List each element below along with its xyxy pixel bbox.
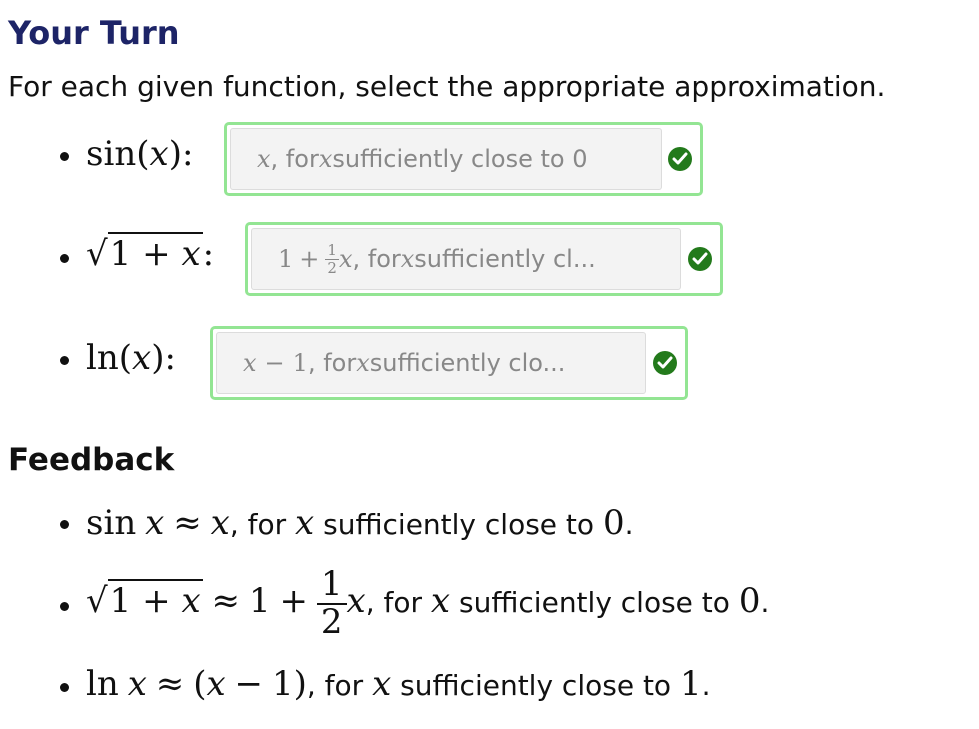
minus-sign: − (264, 349, 285, 377)
fraction-denominator: 2 (320, 602, 343, 642)
function-name: ln (86, 338, 119, 378)
answer-select[interactable]: x, for x sufficiently close to 0 (230, 128, 662, 190)
check-icon (668, 147, 692, 171)
approx-sign: ≈ (155, 664, 185, 704)
period: . (624, 508, 634, 541)
function-variable: x (132, 338, 152, 378)
check-icon (653, 351, 677, 375)
feedback-words: , for (229, 508, 296, 541)
plus-sign: + (142, 234, 171, 274)
check-icon (688, 247, 712, 271)
bullet (60, 602, 69, 611)
feedback-heading: Feedback (8, 442, 175, 478)
point-value: 0 (602, 503, 625, 543)
bullet (60, 520, 69, 529)
period: . (701, 669, 711, 702)
answer-select[interactable]: x −1, for x sufficiently clo... (216, 332, 646, 394)
open-paren: ( (193, 664, 207, 704)
answer-text: sufficiently clo... (369, 349, 566, 377)
feedback-words: sufficiently close to (450, 586, 739, 619)
feedback-text: sin x ≈ x, for x sufficiently close to 0… (86, 503, 633, 543)
half-fraction: 12 (325, 242, 339, 276)
point-value: 0 (738, 581, 761, 621)
radicand-one: 1 (109, 581, 132, 621)
answer-one: 1 (292, 349, 308, 377)
section-title: Your Turn (8, 14, 180, 52)
bullet (60, 356, 69, 365)
variable: x (295, 503, 315, 543)
plus-sign: + (279, 581, 308, 621)
answer-variable: x (400, 245, 415, 273)
fraction-denominator: 2 (327, 258, 337, 277)
variable: x (346, 581, 366, 621)
approx-sign: ≈ (211, 581, 241, 621)
variable: x (206, 664, 226, 704)
function-name: sin (86, 134, 137, 174)
answer-box[interactable]: 1 +1 2 x, for x sufficiently cl... (245, 222, 723, 296)
fraction-numerator: 1 (325, 241, 339, 260)
close-paren: ) (293, 664, 307, 704)
answer-variable: x (318, 145, 333, 173)
variable: x (372, 664, 392, 704)
function-name: ln (86, 664, 119, 704)
answer-variable: x (338, 245, 353, 273)
variable: x (145, 503, 165, 543)
function-variable: x (149, 134, 169, 174)
answer-box[interactable]: x −1, for x sufficiently clo... (210, 326, 688, 400)
variable: x (127, 664, 147, 704)
variable: x (430, 581, 451, 621)
feedback-words: sufficiently close to (314, 508, 603, 541)
instructions-text: For each given function, select the appr… (8, 70, 886, 103)
variable: x (210, 503, 230, 543)
function-label: ln(x): (86, 338, 176, 378)
function-label: sin(x): (86, 134, 194, 174)
answer-variable: x (257, 145, 271, 173)
answer-select[interactable]: 1 +1 2 x, for x sufficiently cl... (251, 228, 681, 290)
feedback-words: , for (306, 669, 373, 702)
answer-variable: x (243, 349, 257, 377)
bullet (60, 254, 69, 263)
answer-variable: x (356, 349, 370, 377)
function-label: √1 + x: (86, 232, 215, 274)
feedback-words: , for (365, 586, 431, 619)
plus-sign: + (142, 581, 171, 621)
period: . (760, 586, 770, 619)
approx-sign: ≈ (173, 503, 202, 543)
bullet (60, 152, 69, 161)
feedback-words: sufficiently close to (391, 669, 680, 702)
function-name: sin (86, 503, 137, 543)
bullet (60, 683, 69, 692)
answer-text: , for (307, 349, 357, 377)
answer-text: , for (270, 145, 319, 173)
answer-text: sufficiently cl... (414, 245, 596, 273)
feedback-text: ln x ≈ (x − 1), for x sufficiently close… (86, 664, 711, 704)
variable: x (181, 581, 201, 621)
minus-sign: − (234, 664, 264, 704)
one: 1 (271, 664, 294, 704)
fraction-numerator: 1 (316, 567, 347, 605)
answer-one: 1 (278, 245, 294, 273)
feedback-text: √1 + x ≈ 1 + 1 2 x, for x sufficiently clo… (86, 564, 770, 642)
function-variable: x (181, 234, 201, 274)
one: 1 (248, 581, 271, 621)
point-value: 1 (679, 664, 702, 704)
half-fraction: 12 (316, 567, 347, 642)
radicand-one: 1 (109, 234, 132, 274)
answer-box[interactable]: x, for x sufficiently close to 0 (224, 122, 703, 196)
answer-text: sufficiently close to 0 (332, 145, 588, 173)
answer-text: , for (352, 245, 401, 273)
plus-sign: + (299, 245, 320, 273)
